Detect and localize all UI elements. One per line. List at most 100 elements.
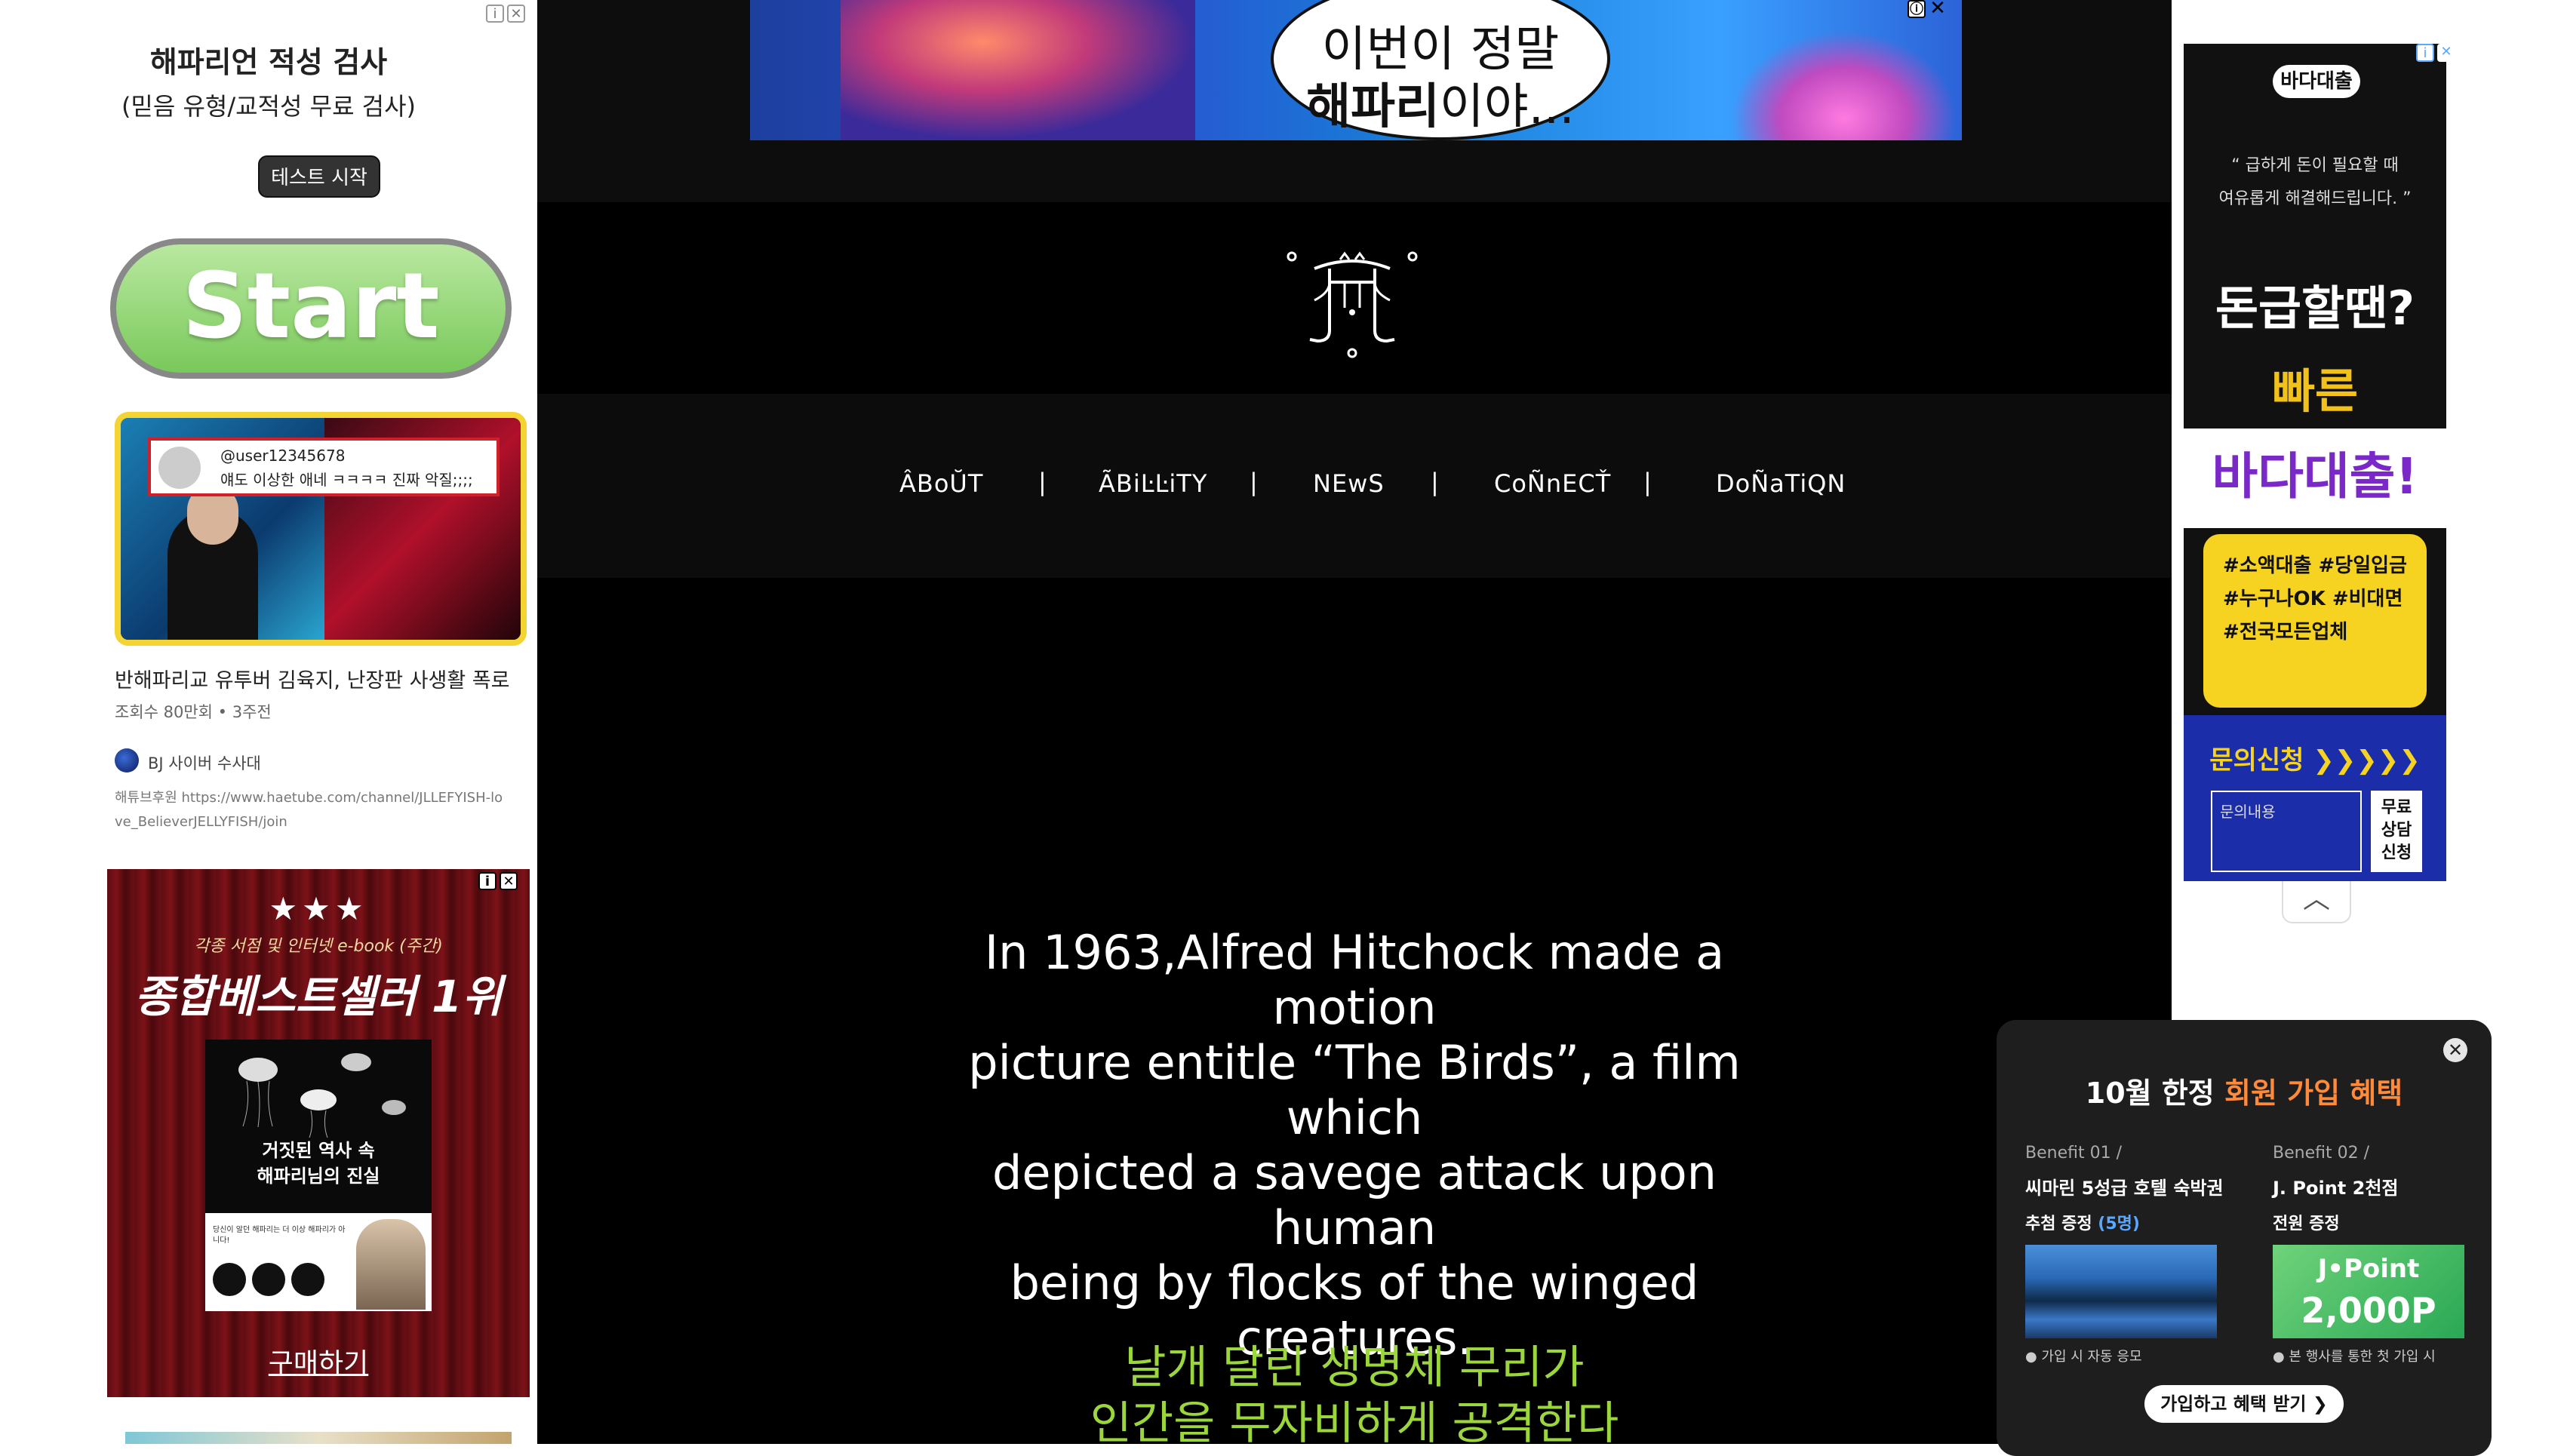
popup-title-highlight: 회원 가입 혜택 [2224, 1077, 2403, 1110]
book-cover-title-line1: 거짓된 역사 속 [262, 1140, 375, 1161]
banner-text-rest: 이야... [1439, 79, 1575, 135]
nav-about[interactable]: ÂBoŬT [899, 469, 983, 498]
book-ad[interactable]: ★★★ 각종 서점 및 인터넷 e-book (주간) 종합베스트셀러 1위 거… [107, 869, 530, 1397]
benefit-name: J. Point 2천점 [2273, 1178, 2399, 1199]
loan-tag-line: #전국모든업체 [2223, 621, 2348, 644]
loan-ad[interactable]: 바다대출 “ 급하게 돈이 필요할 때 여유롭게 해결해드립니다. ” 돈급할땐… [2184, 44, 2446, 881]
book-tagline: 각종 서점 및 인터넷 e-book (주간) [194, 937, 443, 956]
left-ad-column: i ✕ 해파리언 적성 검사 (믿음 유형/교적성 무료 검사) 테스트 시작 … [0, 0, 537, 1444]
popup-close-icon[interactable]: ✕ [2443, 1038, 2467, 1062]
book-badge-1 [213, 1263, 246, 1296]
loan-tags: #소액대출 #당일입금 #누구나OK #비대면 #전국모든업체 [2203, 534, 2427, 708]
nav-donation[interactable]: DoÑaTiQN [1716, 469, 1846, 498]
benefit-2: Benefit 02 / J. Point 2천점 전원 증정 J•Point … [2273, 1144, 2476, 1365]
benefit-desc: 전원 증정 [2273, 1215, 2340, 1233]
comment-text: 얘도 이상한 애네 ㅋㅋㅋㅋ 진짜 악질;;;; [220, 471, 473, 489]
point-card: J•Point 2,000P [2273, 1245, 2464, 1338]
collapse-ad-chevron-up-icon[interactable]: ︿ [2282, 881, 2351, 923]
book-badge-2 [252, 1263, 285, 1296]
next-ad-preview[interactable] [125, 1432, 512, 1444]
book-buy-link[interactable]: 구매하기 [107, 1341, 530, 1381]
benefit-label: Benefit 01 / [2025, 1144, 2122, 1163]
loan-ad-controls: i ✕ [2416, 44, 2455, 62]
ad-close-icon[interactable]: ✕ [507, 5, 525, 23]
video-thumbnail[interactable]: @user12345678 얘도 이상한 애네 ㅋㅋㅋㅋ 진짜 악질;;;; [115, 412, 527, 646]
banner-jellyfish-image-2 [1731, 30, 1957, 140]
point-card-amount: 2,000P [2301, 1290, 2436, 1331]
channel-avatar[interactable] [115, 748, 139, 773]
banner-area: 이번이 정말 해파리이야... ▲ ⓘ ✕ [537, 0, 2172, 202]
banner-text-line2: 해파리이야... [1271, 68, 1610, 137]
book-stars: ★★★ [269, 890, 368, 927]
loan-badge: 바다대출 [2273, 65, 2360, 98]
book-cover: 거짓된 역사 속 해파리님의 진실 당신이 알던 해파리는 더 이상 해파리가 … [205, 1040, 432, 1311]
hotel-image [2025, 1245, 2217, 1338]
video-link[interactable]: 해튜브후원 https://www.haetube.com/channel/JL… [115, 786, 507, 834]
loan-brand-text: 바다대출! [2212, 447, 2418, 505]
ad-info-icon[interactable]: i [2416, 44, 2434, 62]
loan-tag-line: #누구나OK #비대면 [2223, 588, 2403, 610]
ad-info-icon[interactable]: ⓘ [1908, 0, 1926, 18]
loan-fast-text: 빠른 [2271, 364, 2359, 419]
nav-separator: | [1038, 468, 1047, 496]
channel-name[interactable]: BJ 사이버 수사대 [148, 751, 261, 774]
ad-controls: i ✕ [486, 5, 525, 23]
book-cover-title: 거짓된 역사 속 해파리님의 진실 [205, 1138, 432, 1189]
benefit-note: ● 가입 시 자동 응모 [2025, 1349, 2142, 1365]
hero-korean-line: 인간을 무자비하게 공격한다 [1090, 1397, 1619, 1450]
hero-korean-line: 날개 달린 생명체 무리가 [1124, 1341, 1585, 1394]
ad-info-icon[interactable]: i [486, 5, 504, 23]
book-cover-lower: 당신이 알던 해파리는 더 이상 해파리가 아니다! [205, 1213, 432, 1311]
main-content: 이번이 정말 해파리이야... ▲ ⓘ ✕ ÂBoŬT | ÃBiĿĿiTY | [537, 0, 2172, 1450]
top-banner-ad[interactable]: 이번이 정말 해파리이야... ▲ [750, 0, 1962, 140]
nav-news[interactable]: NEwS [1313, 469, 1385, 498]
signup-benefit-popup: ✕ 10월 한정 회원 가입 혜택 Benefit 01 / 씨마린 5성급 호… [1997, 1020, 2492, 1456]
jellyfish-illustration [238, 1053, 406, 1138]
nav-ability[interactable]: ÃBiĿĿiTY [1099, 469, 1207, 498]
signup-benefit-button[interactable]: 가입하고 혜택 받기 ❯ [2144, 1385, 2344, 1423]
loan-inquiry-form: 문의신청 ❯❯❯❯❯ 문의내용 무료 상담 신청 [2184, 715, 2446, 881]
book-cover-note: 당신이 알던 해파리는 더 이상 해파리가 아니다! [213, 1226, 346, 1245]
hero-line: depicted a savege attack upon human [992, 1145, 1717, 1255]
thumbnail-comment-box: @user12345678 얘도 이상한 애네 ㅋㅋㅋㅋ 진짜 악질;;;; [148, 438, 500, 496]
nav-separator: | [1431, 468, 1439, 496]
quiz-ad-subtitle: (믿음 유형/교적성 무료 검사) [121, 92, 417, 121]
benefit-desc: 추첨 증정 (5명) [2025, 1210, 2229, 1234]
book-ad-controls: i ✕ [478, 872, 518, 890]
loan-inquiry-title: 문의신청 ❯❯❯❯❯ [2209, 745, 2421, 776]
start-button[interactable]: Start [110, 238, 512, 379]
comment-avatar [158, 447, 201, 489]
banner-jellyfish-image [841, 0, 1195, 140]
video-title[interactable]: 반해파리교 유투버 김육지, 난장판 사생활 폭로 [115, 664, 509, 693]
nav-separator: | [1643, 468, 1652, 496]
quiz-ad-title: 해파리언 적성 검사 [149, 46, 388, 80]
hero-line: picture entitle “The Birds”, a film whic… [968, 1035, 1741, 1145]
ad-close-icon[interactable]: ✕ [1929, 0, 1947, 18]
banner-ad-controls: ⓘ ✕ [1908, 0, 1947, 18]
benefit-1: Benefit 01 / 씨마린 5성급 호텔 숙박권 추첨 증정 (5명) ●… [2025, 1144, 2229, 1365]
comment-username: @user12345678 [220, 447, 346, 465]
benefit-name: 씨마린 5성급 호텔 숙박권 [2025, 1178, 2224, 1199]
book-author-photo [356, 1219, 426, 1310]
loan-inquiry-input[interactable]: 문의내용 [2211, 791, 2362, 872]
loan-quote: “ 급하게 돈이 필요할 때 여유롭게 해결해드립니다. ” [2184, 149, 2446, 216]
loan-quote-line: 여유롭게 해결해드립니다. ” [2218, 189, 2412, 208]
quiz-start-test-button[interactable]: 테스트 시작 [258, 155, 380, 198]
benefit-note: ● 본 행사를 통한 첫 가입 시 [2273, 1349, 2436, 1365]
loan-tag-line: #소액대출 #당일입금 [2223, 554, 2407, 577]
popup-title: 10월 한정 회원 가입 혜택 [1997, 1070, 2492, 1111]
nav-separator: | [1250, 468, 1258, 496]
point-card-brand: J•Point [2317, 1254, 2420, 1284]
popup-title-plain: 10월 한정 [2085, 1077, 2224, 1110]
loan-submit-button[interactable]: 무료 상담 신청 [2371, 791, 2422, 872]
nav-connect[interactable]: CoÑnECŤ [1494, 469, 1611, 498]
book-rank: 종합베스트셀러 1위 [134, 971, 503, 1022]
ad-info-icon[interactable]: i [478, 872, 496, 890]
hero-line: In 1963,Alfred Hitchock made a motion [984, 925, 1725, 1035]
ad-close-icon[interactable]: ✕ [2437, 44, 2455, 62]
ad-close-icon[interactable]: ✕ [500, 872, 518, 890]
benefit-desc-count: (5명) [2098, 1215, 2140, 1233]
benefit-label: Benefit 02 / [2273, 1144, 2369, 1163]
book-badge-3 [291, 1263, 324, 1296]
site-logo-icon[interactable] [1284, 247, 1420, 361]
